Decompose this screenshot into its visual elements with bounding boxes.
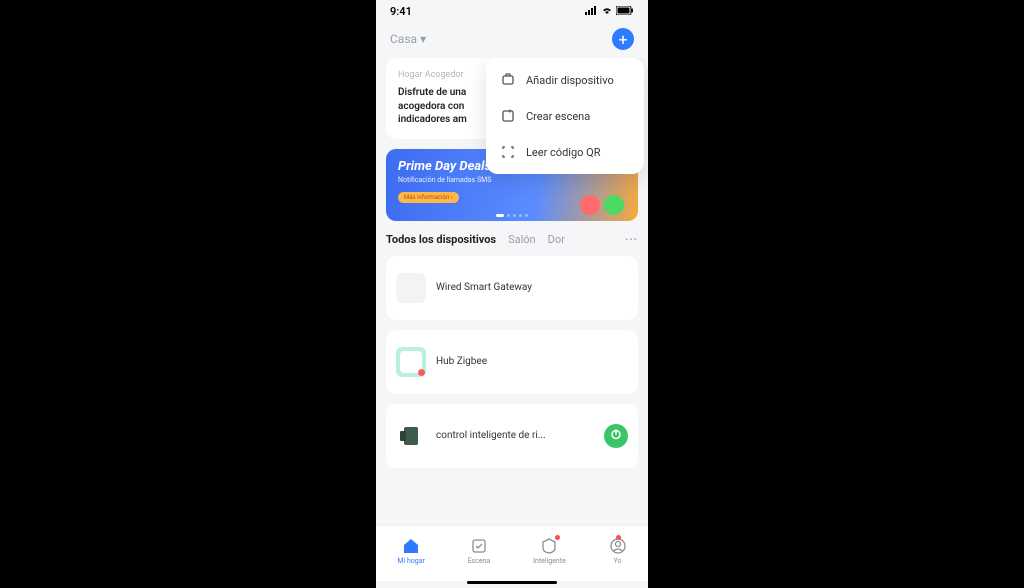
home-label: Casa <box>390 32 417 46</box>
device-card[interactable]: Hub Zigbee <box>386 330 638 394</box>
qr-icon <box>500 144 516 160</box>
hub-icon <box>396 347 426 377</box>
signal-icon <box>585 5 598 18</box>
banner-button[interactable]: Más información › <box>398 192 459 203</box>
content: Añadir dispositivo Crear escena Leer cód… <box>376 58 648 525</box>
device-name: Hub Zigbee <box>436 356 628 367</box>
status-bar: 9:41 <box>376 0 648 22</box>
bottom-nav: Mi hogar Escena Inteligente Yo <box>376 525 648 581</box>
dropdown-scan-qr[interactable]: Leer código QR <box>486 134 644 170</box>
dropdown-qr-label: Leer código QR <box>526 146 600 159</box>
home-selector[interactable]: Casa ▾ <box>390 32 426 46</box>
battery-icon <box>616 5 634 18</box>
controller-icon <box>396 421 426 451</box>
power-icon <box>610 428 622 443</box>
nav-home-label: Mi hogar <box>397 557 425 565</box>
chevron-down-icon: ▾ <box>420 32 426 46</box>
power-button[interactable] <box>604 424 628 448</box>
gateway-icon <box>396 273 426 303</box>
nav-me-label: Yo <box>614 557 622 565</box>
home-icon <box>402 537 420 555</box>
notification-badge <box>555 535 560 540</box>
scene-icon <box>500 108 516 124</box>
device-name: Wired Smart Gateway <box>436 282 628 293</box>
device-card[interactable]: Wired Smart Gateway <box>386 256 638 320</box>
home-indicator <box>467 581 557 584</box>
notification-badge <box>616 535 621 540</box>
nav-scene-label: Escena <box>468 557 491 565</box>
nav-smart[interactable]: Inteligente <box>533 537 566 565</box>
dropdown-add-device[interactable]: Añadir dispositivo <box>486 62 644 98</box>
tab-more[interactable]: ··· <box>625 233 638 246</box>
dropdown-add-label: Añadir dispositivo <box>526 74 614 87</box>
tab-room-dor[interactable]: Dor <box>548 233 565 246</box>
device-filter-tabs: Todos los dispositivos Salón Dor ··· <box>386 233 638 246</box>
nav-me[interactable]: Yo <box>609 537 627 565</box>
tab-room-salon[interactable]: Salón <box>508 233 536 246</box>
device-card[interactable]: control inteligente de ri... <box>386 404 638 468</box>
dropdown-create-scene[interactable]: Crear escena <box>486 98 644 134</box>
dropdown-scene-label: Crear escena <box>526 110 590 123</box>
nav-smart-label: Inteligente <box>533 557 566 565</box>
nav-home[interactable]: Mi hogar <box>397 537 425 565</box>
status-time: 9:41 <box>390 5 412 18</box>
banner-subtitle: Notificación de llamadas SMS <box>398 176 626 184</box>
header: Casa ▾ + <box>376 22 648 58</box>
device-icon <box>500 72 516 88</box>
phone-frame: 9:41 Casa ▾ + Añadi <box>376 0 648 588</box>
tab-all-devices[interactable]: Todos los dispositivos <box>386 233 496 246</box>
status-icons <box>585 5 634 18</box>
add-dropdown: Añadir dispositivo Crear escena Leer cód… <box>486 58 644 174</box>
add-button[interactable]: + <box>612 28 634 50</box>
nav-scene[interactable]: Escena <box>468 537 491 565</box>
wifi-icon <box>601 5 613 18</box>
device-name: control inteligente de ri... <box>436 430 594 441</box>
plus-icon: + <box>618 30 627 49</box>
banner-decoration <box>580 195 624 215</box>
scene-nav-icon <box>470 537 488 555</box>
banner-pagination <box>496 214 528 217</box>
welcome-text: Disfrute de una acogedora con indicadore… <box>398 86 498 127</box>
